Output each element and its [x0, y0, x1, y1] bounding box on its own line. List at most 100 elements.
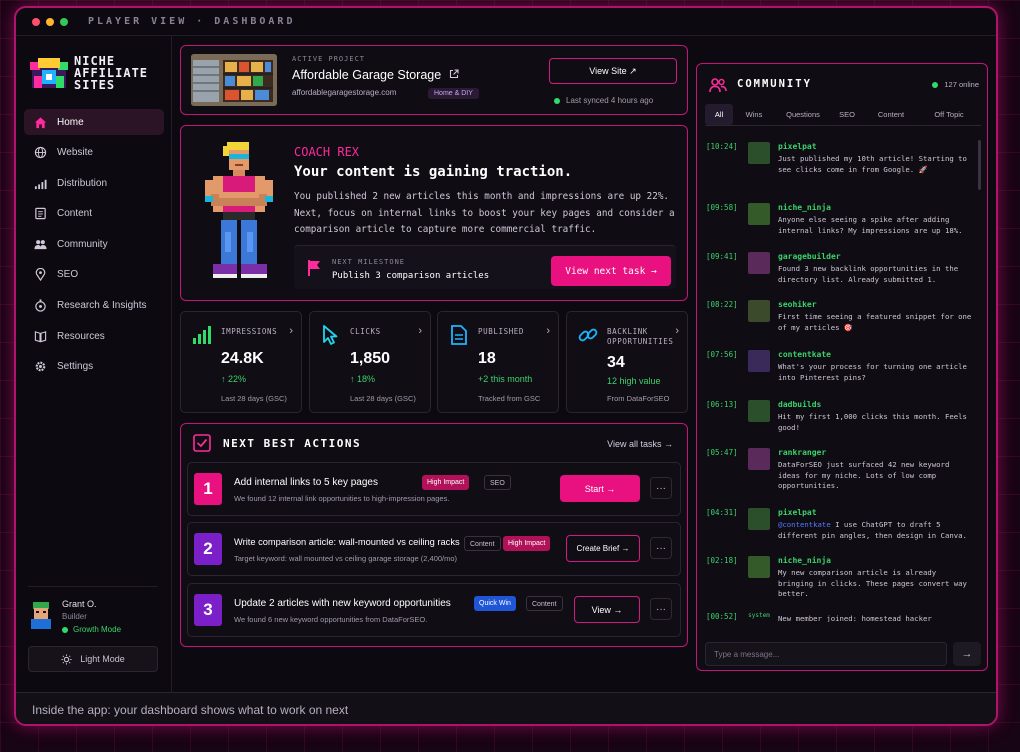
view-all-tasks-link[interactable]: View all tasks →	[607, 439, 673, 449]
chevron-right-icon: ›	[289, 325, 293, 337]
send-button[interactable]: →	[953, 642, 981, 666]
message-feed[interactable]: [10:24] pixelpat Just published my 10th …	[697, 136, 987, 622]
tab-questions[interactable]: Questions	[775, 104, 831, 125]
sidebar-item-resources[interactable]: Resources	[24, 323, 164, 349]
research-icon	[35, 299, 46, 312]
user-avatar[interactable]	[748, 448, 770, 470]
user-avatar[interactable]	[748, 203, 770, 225]
start-button[interactable]: Start →	[560, 475, 640, 502]
home-icon	[34, 116, 47, 128]
flag-icon	[308, 260, 320, 276]
coach-message: You published 2 new articles this month …	[294, 191, 675, 235]
coach-name: COACH REX	[294, 145, 360, 159]
message-user[interactable]: pixelpat	[778, 142, 817, 151]
tab-all[interactable]: All	[705, 104, 733, 125]
tab-wins[interactable]: Wins	[733, 104, 775, 125]
message-body: First time seeing a featured snippet for…	[778, 312, 972, 332]
light-mode-button[interactable]: Light Mode	[28, 646, 158, 672]
sidebar-item-seo[interactable]: SEO	[24, 262, 164, 288]
external-link-icon	[449, 69, 459, 79]
message-time: [06:13]	[706, 400, 738, 409]
next-best-actions-card: NEXT BEST ACTIONS View all tasks → 1 Add…	[180, 423, 688, 647]
user-avatar[interactable]	[748, 142, 770, 164]
project-name[interactable]: Affordable Garage Storage	[292, 68, 459, 82]
coach-headline: Your content is gaining traction.	[294, 164, 573, 180]
view-site-button[interactable]: View Site ↗	[549, 58, 677, 84]
close-dot[interactable]	[32, 17, 40, 26]
message-user[interactable]: rankranger	[778, 448, 826, 457]
stat-source: Last 28 days (GSC)	[221, 394, 287, 403]
message-user[interactable]: garagebuilder	[778, 252, 841, 261]
more-options-button[interactable]: ···	[650, 598, 672, 620]
title-bar: PLAYER VIEW · DASHBOARD	[16, 8, 996, 36]
user-avatar[interactable]	[748, 556, 770, 578]
message-user[interactable]: contentkate	[778, 350, 831, 359]
sidebar-item-home[interactable]: Home	[24, 109, 164, 135]
message-user[interactable]: seohiker	[778, 300, 817, 309]
project-url[interactable]: affordablegaragestorage.com	[292, 88, 396, 97]
stat-value: 18	[478, 350, 496, 367]
message-body: Found 3 new backlink opportunities in th…	[778, 264, 959, 284]
app-window: PLAYER VIEW · DASHBOARD NICHE AFFILIATE	[14, 6, 998, 726]
more-options-button[interactable]: ···	[650, 477, 672, 499]
tab-seo[interactable]: SEO	[831, 104, 863, 125]
message-time: [08:22]	[706, 300, 738, 309]
message-user[interactable]: niche_ninja	[778, 556, 831, 565]
user-avatar[interactable]	[748, 252, 770, 274]
tab-off-topic[interactable]: Off Topic	[919, 104, 979, 125]
action-title: Update 2 articles with new keyword oppor…	[234, 598, 451, 609]
message-input[interactable]: Type a message...	[705, 642, 947, 666]
user-role: Builder	[62, 612, 87, 621]
signal-icon	[34, 179, 47, 189]
message-body: @contentkate I use ChatGPT to draft 5 di…	[778, 520, 974, 541]
active-project-label: ACTIVE PROJECT	[292, 55, 366, 63]
sidebar-item-label: Content	[57, 208, 93, 220]
action-description: We found 12 internal link opportunities …	[234, 494, 450, 503]
milestone-text: Publish 3 comparison articles	[332, 271, 490, 281]
sidebar-item-label: Home	[57, 116, 84, 128]
sidebar-item-community[interactable]: Community	[24, 231, 164, 257]
action-title: Write comparison article: wall-mounted v…	[234, 537, 460, 547]
stat-label: IMPRESSIONS	[221, 327, 278, 336]
community-tabs: All Wins Questions SEO Content Off Topic	[705, 104, 981, 126]
action-item: 1 Add internal links to 5 key pages High…	[187, 462, 681, 516]
user-profile[interactable]: Grant O. Builder Growth Mode	[28, 586, 158, 634]
sidebar-item-content[interactable]: Content	[24, 201, 164, 227]
sidebar-item-settings[interactable]: Settings	[24, 354, 164, 380]
create-brief-button[interactable]: Create Brief →	[566, 535, 640, 562]
message-user[interactable]: dadbuilds	[778, 400, 821, 409]
stat-card-backlinks[interactable]: BACKLINK OPPORTUNITIES › 34 12 high valu…	[566, 311, 688, 413]
maximize-dot[interactable]	[60, 17, 68, 26]
message-user[interactable]: niche_ninja	[778, 203, 831, 212]
stat-card-published[interactable]: PUBLISHED › 18 +2 this month Tracked fro…	[437, 311, 559, 413]
view-next-task-button[interactable]: View next task →	[551, 256, 671, 286]
feed-scrollbar[interactable]	[978, 140, 981, 190]
user-avatar[interactable]	[748, 400, 770, 422]
user-avatar[interactable]	[748, 300, 770, 322]
logo[interactable]: NICHE AFFILIATE SITES	[28, 54, 148, 92]
view-button[interactable]: View →	[574, 596, 640, 623]
sidebar-item-label: SEO	[57, 269, 79, 281]
user-avatar[interactable]	[748, 350, 770, 372]
message-time: [10:24]	[706, 142, 738, 151]
sidebar-item-research[interactable]: Research & Insights	[24, 293, 164, 319]
stat-card-impressions[interactable]: IMPRESSIONS › 24.8K ↑ 22% Last 28 days (…	[180, 311, 302, 413]
chevron-right-icon: ›	[546, 325, 550, 337]
community-title: COMMUNITY	[737, 78, 812, 90]
minimize-dot[interactable]	[46, 17, 54, 26]
stat-source: Last 28 days (GSC)	[350, 394, 416, 403]
more-options-button[interactable]: ···	[650, 537, 672, 559]
sidebar-item-distribution[interactable]: Distribution	[24, 170, 164, 196]
action-description: We found 6 new keyword opportunities fro…	[234, 615, 428, 624]
stat-label: CLICKS	[350, 327, 381, 336]
message-mention[interactable]: @contentkate	[778, 520, 831, 529]
stat-change: 12 high value	[607, 376, 661, 386]
community-panel: COMMUNITY 127 online All Wins Questions …	[696, 63, 988, 671]
tab-content[interactable]: Content	[863, 104, 919, 125]
message-body: DataForSEO just surfaced 42 new keyword …	[778, 460, 950, 491]
message-user[interactable]: pixelpat	[778, 508, 817, 517]
action-item: 3 Update 2 articles with new keyword opp…	[187, 583, 681, 637]
user-avatar[interactable]	[748, 508, 770, 530]
stat-card-clicks[interactable]: CLICKS › 1,850 ↑ 18% Last 28 days (GSC)	[309, 311, 431, 413]
sidebar-item-website[interactable]: Website	[24, 140, 164, 166]
